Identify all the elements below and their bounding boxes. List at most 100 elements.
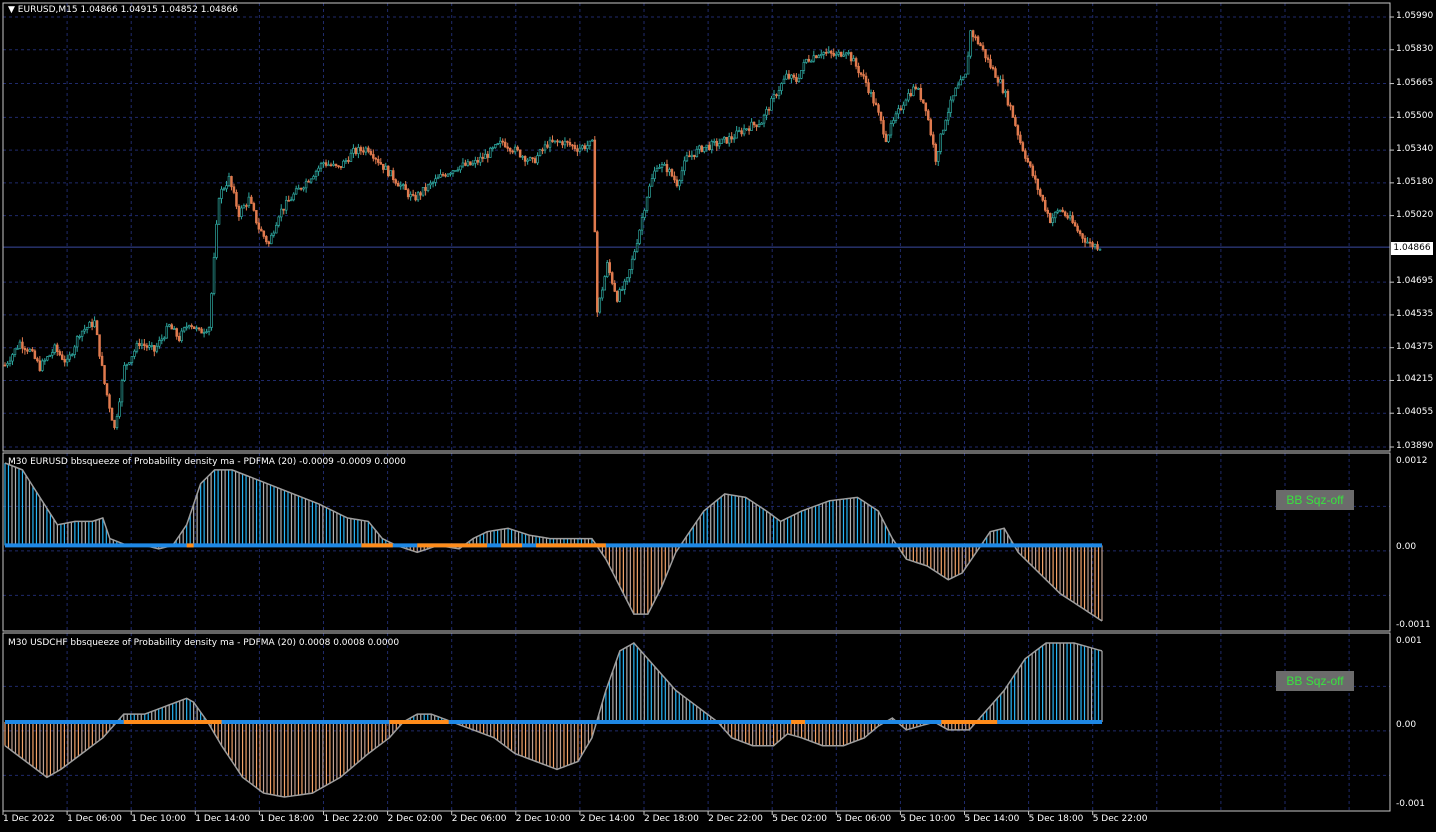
candle-body	[11, 354, 14, 362]
candle-body	[601, 289, 604, 299]
candle-body	[31, 349, 34, 352]
candle-body	[946, 112, 950, 121]
candle-body	[133, 350, 136, 357]
candle-body	[53, 344, 57, 353]
main-chart-title: ▼ EURUSD,M15 1.04866 1.04915 1.04852 1.0…	[8, 5, 238, 15]
candle-body	[578, 147, 582, 152]
candle-body	[984, 49, 987, 59]
candle-body	[1053, 211, 1057, 219]
candle-body	[834, 53, 838, 56]
candle-body	[643, 210, 646, 218]
candle-body	[83, 328, 86, 332]
candle-body	[409, 194, 412, 198]
candle-body	[349, 152, 353, 162]
candle-body	[449, 172, 452, 175]
candle-body	[1078, 230, 1082, 235]
candle-body	[907, 93, 910, 101]
candle-body	[424, 187, 427, 191]
candle-body	[581, 145, 584, 149]
candle-body	[138, 342, 141, 347]
candle-body	[892, 120, 895, 124]
candle-body	[533, 158, 537, 164]
candle-body	[862, 74, 865, 77]
candle-body	[894, 113, 898, 121]
candle-body	[951, 95, 955, 101]
candle-body	[108, 394, 111, 409]
candle-body	[18, 341, 22, 349]
candle-body	[180, 330, 183, 342]
candle-body	[690, 154, 694, 157]
candle-body	[1006, 90, 1010, 106]
candle-body	[252, 203, 256, 211]
candle-body	[899, 108, 903, 111]
candle-body	[675, 179, 679, 187]
candle-body	[344, 160, 348, 162]
candle-body	[289, 199, 293, 202]
candle-body	[653, 170, 656, 179]
candle-body	[441, 174, 445, 176]
candle-body	[610, 272, 614, 284]
candle-body	[56, 344, 59, 352]
candle-body	[755, 124, 758, 128]
candle-body	[51, 352, 54, 356]
panel1-scale-zero: 0.00	[1396, 542, 1417, 552]
candle-body	[782, 78, 786, 84]
candle-body	[75, 336, 79, 348]
candle-body	[670, 169, 674, 177]
candle-body	[745, 128, 748, 131]
candle-body	[255, 210, 258, 224]
candle-body	[797, 78, 801, 82]
candle-body	[971, 30, 975, 38]
candle-body	[732, 137, 736, 140]
candle-body	[337, 165, 340, 167]
candle-body	[633, 251, 636, 260]
candle-body	[1048, 213, 1052, 224]
candle-body	[95, 320, 99, 336]
candle-body	[1093, 244, 1097, 247]
candle-body	[655, 167, 659, 172]
candle-body	[332, 163, 335, 166]
panel1-bb-sqz-badge: BB Sqz-off	[1276, 490, 1354, 510]
candle-body	[416, 192, 420, 201]
candle-body	[941, 129, 945, 135]
candle-body	[384, 165, 388, 170]
candle-body	[730, 136, 733, 140]
candle-body	[195, 327, 198, 330]
time-label: 2 Dec 18:00	[644, 814, 699, 824]
candle-body	[854, 58, 858, 67]
candle-body	[513, 146, 517, 153]
candle-body	[41, 360, 44, 371]
candle-body	[471, 162, 475, 166]
candle-body	[503, 141, 507, 148]
candle-body	[663, 164, 666, 166]
candle-body	[498, 140, 502, 144]
candle-body	[123, 365, 126, 381]
candle-body	[864, 75, 868, 84]
candle-body	[1043, 199, 1047, 211]
candle-body	[205, 331, 208, 333]
candle-body	[265, 236, 268, 243]
candle-body	[839, 51, 843, 57]
candle-body	[939, 133, 942, 152]
candle-body	[526, 159, 529, 162]
candle-body	[26, 349, 29, 352]
candle-body	[1041, 194, 1045, 201]
candle-body	[150, 345, 154, 347]
candle-body	[222, 188, 226, 191]
candle-body	[175, 328, 178, 337]
trading-chart[interactable]	[0, 0, 1436, 832]
candle-body	[1096, 244, 1099, 250]
candle-body	[469, 161, 472, 166]
candle-body	[762, 114, 766, 124]
candle-body	[60, 354, 64, 360]
candle-body	[747, 128, 751, 131]
candle-body	[135, 342, 139, 352]
candle-body	[394, 179, 397, 184]
candle-body	[426, 184, 430, 191]
candle-body	[317, 167, 320, 172]
candle-body	[1021, 142, 1025, 152]
candle-body	[591, 139, 594, 142]
candle-body	[929, 119, 933, 136]
candle-body	[43, 359, 47, 362]
candle-body	[603, 276, 607, 291]
